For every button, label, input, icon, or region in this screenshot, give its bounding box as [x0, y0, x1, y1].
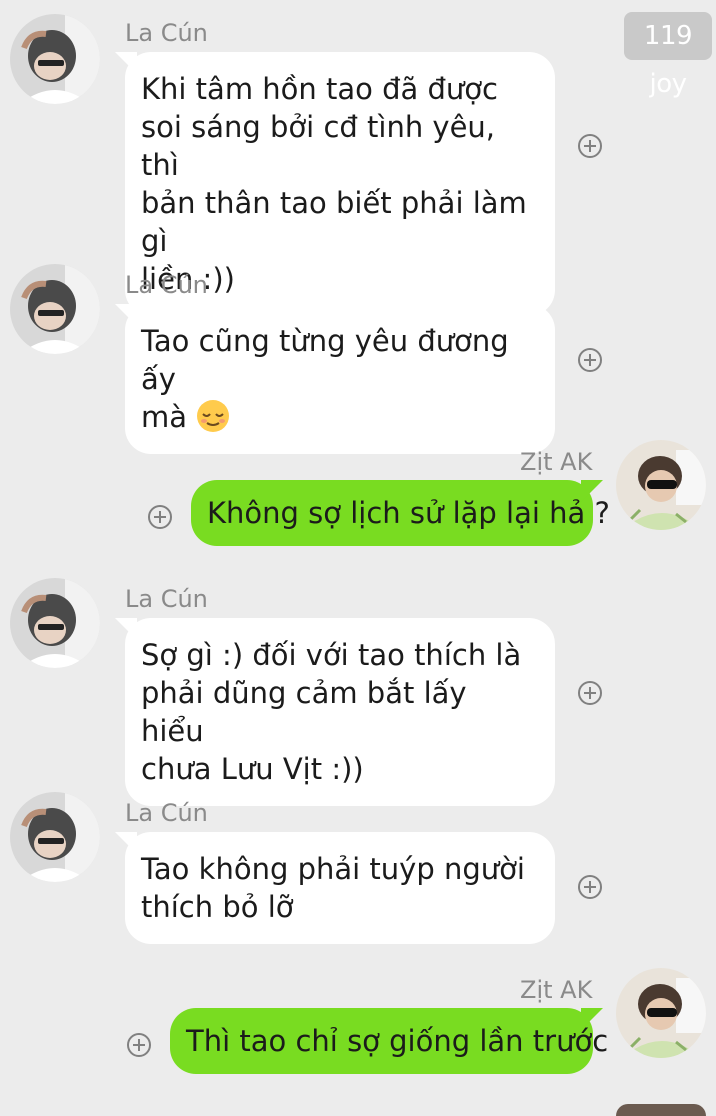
- plus-circle-icon[interactable]: [577, 874, 603, 900]
- message-line: Tao không phải tuýp người: [141, 852, 525, 886]
- avatar-zit-ak[interactable]: [616, 1104, 706, 1116]
- avatar-la-cun[interactable]: [10, 14, 100, 104]
- message-line: phải dũng cảm bắt lấy hiểu: [141, 676, 467, 748]
- sender-name: La Cún: [125, 19, 208, 47]
- message-bubble-incoming[interactable]: Tao không phải tuýp người thích bỏ lỡ: [115, 832, 555, 944]
- avatar-la-cun[interactable]: [10, 792, 100, 882]
- message-bubble-outgoing[interactable]: Thì tao chỉ sợ giống lần trước: [170, 1008, 608, 1074]
- avatar-la-cun[interactable]: [10, 578, 100, 668]
- watermark-badge: 119 joy: [624, 12, 712, 99]
- sender-name: Zịt AK: [520, 448, 593, 476]
- sender-name: La Cún: [125, 799, 208, 827]
- avatar-zit-ak[interactable]: [616, 440, 706, 530]
- plus-circle-icon[interactable]: [126, 1032, 152, 1058]
- plus-circle-icon[interactable]: [577, 133, 603, 159]
- plus-circle-icon[interactable]: [577, 347, 603, 373]
- message-bubble-incoming[interactable]: Tao cũng từng yêu đương ấy mà: [115, 304, 555, 454]
- message-line: Tao cũng từng yêu đương ấy: [141, 324, 509, 396]
- message-line: chưa Lưu Vịt :)): [141, 752, 364, 786]
- message-line: Sợ gì :) đối với tao thích là: [141, 638, 522, 672]
- message-bubble-incoming[interactable]: Sợ gì :) đối với tao thích là phải dũng …: [115, 618, 555, 806]
- avatar-la-cun[interactable]: [10, 264, 100, 354]
- sender-name: La Cún: [125, 585, 208, 613]
- message-line: thích bỏ lỡ: [141, 890, 294, 924]
- message-line: soi sáng bởi cđ tình yêu, thì: [141, 110, 496, 182]
- message-line: Khi tâm hồn tao đã được: [141, 72, 498, 106]
- message-bubble-outgoing[interactable]: Không sợ lịch sử lặp lại hả ?: [191, 480, 610, 546]
- plus-circle-icon[interactable]: [147, 504, 173, 530]
- sender-name: Zịt AK: [520, 976, 593, 1004]
- chat-thread: 119 joy La Cún Khi tâm hồn tao đã được s…: [0, 0, 716, 1116]
- message-line: bản thân tao biết phải làm gì: [141, 186, 527, 258]
- relieved-face-emoji: [197, 400, 230, 432]
- message-line: mà: [141, 398, 537, 436]
- avatar-zit-ak[interactable]: [616, 968, 706, 1058]
- message-line-text: mà: [141, 400, 188, 434]
- sender-name: La Cún: [125, 271, 208, 299]
- plus-circle-icon[interactable]: [577, 680, 603, 706]
